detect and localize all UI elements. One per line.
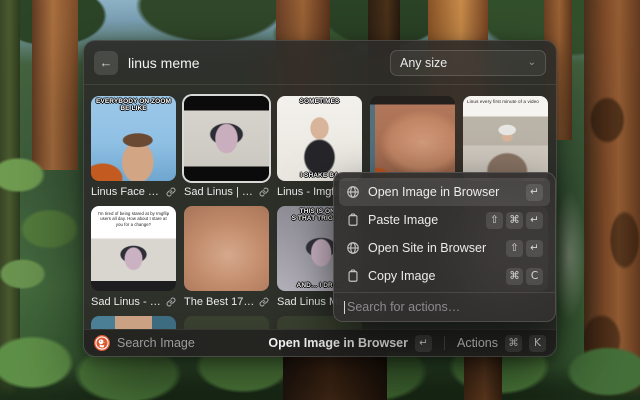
search-input[interactable]: linus meme [128, 55, 380, 71]
return-key-badge: ↵ [415, 335, 432, 352]
actions-button[interactable]: Actions [457, 336, 498, 350]
duckduckgo-icon [94, 335, 110, 351]
link-icon [166, 297, 176, 307]
link-icon [259, 297, 269, 307]
link-icon [166, 187, 176, 197]
result-thumbnail[interactable]: EVERYBODY ON ZOOM BE LIKE [91, 96, 176, 181]
meme-text-top: I'm tired of being stared at by Imgflip … [93, 208, 174, 227]
text-caret [344, 301, 345, 314]
meme-text-top: Linus every first minute of a video [465, 98, 546, 105]
actions-menu-list: Open Image in Browser ↵ Paste Image ⇧ ⌘ … [334, 173, 555, 292]
shift-key-badge: ⇧ [506, 240, 523, 257]
result-thumbnail[interactable]: SOMETIMES I SHAKE BA [277, 96, 362, 181]
tree-trunk [464, 354, 502, 400]
c-key-badge: C [526, 268, 543, 285]
actions-search-input[interactable]: Search for actions… [334, 292, 555, 321]
foliage [0, 130, 90, 310]
menu-item-open-image-in-browser[interactable]: Open Image in Browser ↵ [339, 178, 550, 206]
size-filter-dropdown[interactable]: Any size ⌄ [390, 50, 546, 76]
back-button[interactable]: ← [94, 51, 118, 75]
menu-item-open-site-in-browser[interactable]: Open Site in Browser ⇧ ↵ [339, 234, 550, 262]
result-thumbnail[interactable] [91, 316, 176, 329]
grid-item[interactable]: The Best 17 Linus… [184, 206, 269, 310]
grid-item[interactable] [184, 316, 269, 329]
return-key-badge: ↵ [526, 212, 543, 229]
k-key-badge: K [529, 335, 546, 352]
return-key-badge: ↵ [526, 240, 543, 257]
globe-icon [346, 185, 360, 199]
clipboard-icon [346, 213, 360, 227]
size-filter-value: Any size [400, 56, 447, 70]
actions-search-placeholder: Search for actions… [347, 300, 460, 314]
grid-item[interactable]: I'm tired of being stared at by Imgflip … [91, 206, 176, 310]
result-caption-row: Linus Face Meme… [91, 184, 176, 200]
result-caption-row: The Best 17 Linus… [184, 294, 269, 310]
command-name: Search Image [117, 336, 195, 350]
result-thumbnail[interactable] [184, 206, 269, 291]
globe-icon [346, 241, 360, 255]
footer-bar: Search Image Open Image in Browser ↵ Act… [84, 329, 556, 356]
result-thumbnail[interactable] [184, 316, 269, 329]
menu-item-copy-image[interactable]: Copy Image ⌘ C [339, 262, 550, 290]
result-caption: Sad Linus | Know… [184, 186, 255, 198]
search-header: ← linus meme Any size ⌄ [84, 41, 556, 85]
shift-key-badge: ⇧ [486, 212, 503, 229]
forest-mist [552, 190, 586, 320]
result-caption: Sad Linus - Imgflip [91, 296, 162, 308]
grid-item-selected[interactable]: Sad Linus | Know… [184, 96, 269, 200]
chevron-down-icon: ⌄ [528, 57, 536, 68]
result-thumbnail[interactable] [370, 96, 455, 181]
result-caption-row: Sad Linus - Imgflip [91, 294, 176, 310]
back-arrow-icon: ← [100, 55, 113, 70]
result-caption-row: Sad Linus | Know… [184, 184, 269, 200]
meme-text-top: SOMETIMES [279, 98, 360, 105]
menu-item-paste-image[interactable]: Paste Image ⇧ ⌘ ↵ [339, 206, 550, 234]
result-thumbnail[interactable] [184, 96, 269, 181]
result-thumbnail[interactable]: I'm tired of being stared at by Imgflip … [91, 206, 176, 291]
grid-item[interactable] [91, 316, 176, 329]
footer-divider [444, 336, 445, 350]
grid-item[interactable]: EVERYBODY ON ZOOM BE LIKE Linus Face Mem… [91, 96, 176, 200]
cmd-key-badge: ⌘ [506, 268, 523, 285]
actions-menu: Open Image in Browser ↵ Paste Image ⇧ ⌘ … [333, 172, 556, 322]
result-caption: Linus Face Meme… [91, 186, 162, 198]
cmd-key-badge: ⌘ [506, 212, 523, 229]
result-thumbnail[interactable]: Linus every first minute of a video [463, 96, 548, 181]
clipboard-icon [346, 269, 360, 283]
return-key-badge: ↵ [526, 184, 543, 201]
meme-text-top: EVERYBODY ON ZOOM BE LIKE [93, 98, 174, 112]
link-icon [259, 187, 269, 197]
cmd-key-badge: ⌘ [505, 335, 522, 352]
primary-action-label[interactable]: Open Image in Browser [268, 336, 408, 350]
result-caption: The Best 17 Linus… [184, 296, 255, 308]
